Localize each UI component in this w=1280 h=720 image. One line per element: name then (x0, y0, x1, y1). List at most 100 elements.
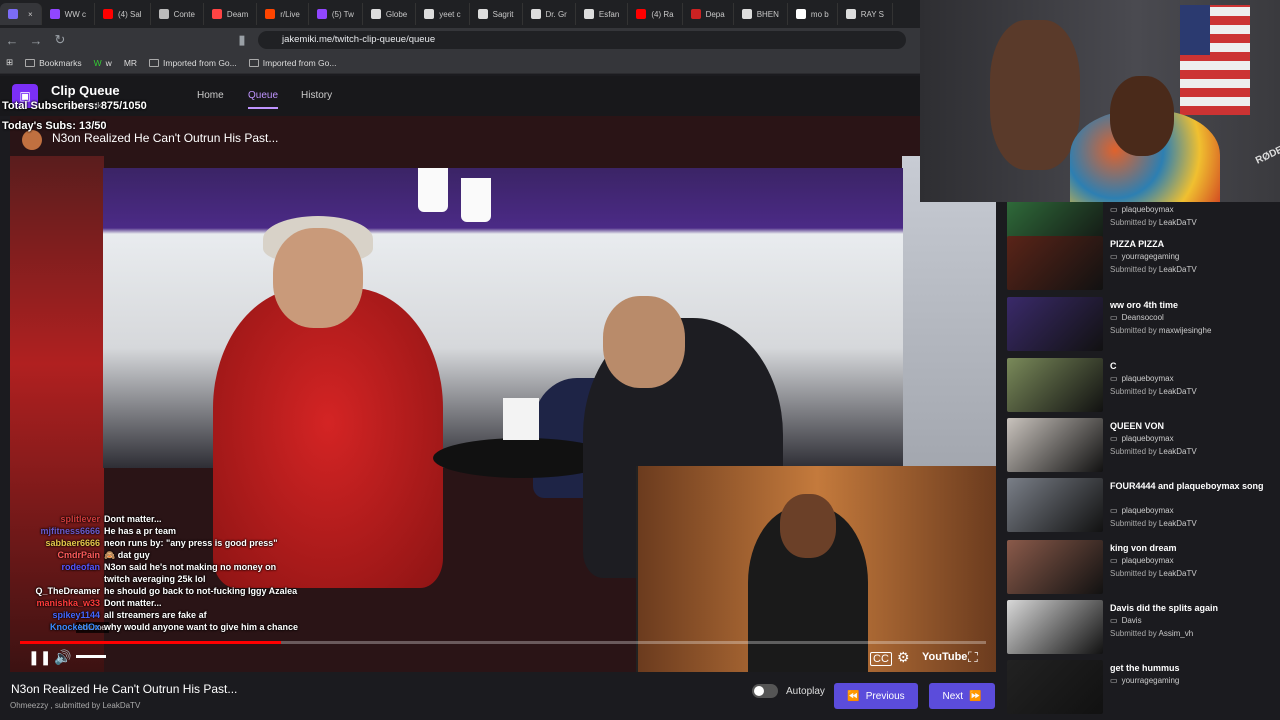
queue-item[interactable]: king von dream ▭ plaqueboymax Submitted by … (1007, 540, 1277, 596)
tab-favicon-icon (477, 9, 488, 19)
bookmark-w[interactable]: Ww (94, 58, 112, 68)
submitter-name: Assim_vh (1158, 629, 1194, 638)
reload-icon[interactable]: ↻ (48, 32, 72, 48)
apps-grid-icon[interactable]: ⊞ (6, 57, 13, 68)
tab-favicon-icon (158, 9, 169, 19)
channel-icon: ▭ (1110, 616, 1118, 625)
tab-label: (4) Ra (651, 9, 674, 19)
fullscreen-icon[interactable]: ⛶ (968, 649, 978, 666)
channel-name: plaqueboymax (1121, 506, 1174, 515)
browser-tab[interactable]: Globe (363, 3, 417, 25)
queue-item-title: get the hummus (1110, 663, 1180, 673)
chat-username: Q_TheDreamer (35, 586, 100, 596)
plush-toy (990, 20, 1080, 170)
browser-tab[interactable]: Sagrit (470, 3, 523, 25)
fast-forward-icon: ⏩ (969, 690, 982, 702)
chat-message: KnockedOx why would anyone want to give h… (0, 621, 300, 633)
browser-tab[interactable]: yeet c (416, 3, 470, 25)
channel-name: plaqueboymax (1121, 556, 1174, 565)
nav-history[interactable]: History (301, 90, 332, 101)
lamp (418, 168, 448, 212)
next-button[interactable]: Next ⏩ (929, 683, 995, 709)
volume-icon[interactable]: 🔊 (54, 649, 71, 666)
queue-item[interactable]: PIZZA PIZZA ▭ yourragegaming Submitted by L… (1007, 236, 1277, 292)
forward-icon[interactable]: → (24, 33, 48, 48)
browser-tab[interactable]: RAY S (838, 3, 893, 25)
queue-item[interactable]: ww oro 4th time ▭ Deansocool Submitted by m… (1007, 297, 1277, 353)
address-bar[interactable]: jakemiki.me/twitch-clip-queue/queue (258, 31, 906, 49)
previous-button[interactable]: ⏪ Previous (834, 683, 918, 709)
browser-tab[interactable]: Esfan (576, 3, 629, 25)
clip-thumbnail (1007, 418, 1103, 472)
browser-tab[interactable]: BHEN (734, 3, 788, 25)
settings-gear-icon[interactable]: ⚙ (897, 649, 910, 666)
queue-item[interactable]: FOUR4444 and plaqueboymax song ▭ plaqueboy… (1007, 478, 1277, 534)
browser-tab[interactable]: (4) Sal (95, 3, 151, 25)
queue-item[interactable]: Davis did the splits again ▭ Davis Submitte… (1007, 600, 1277, 656)
bookmark-imported-1[interactable]: Imported from Go... (149, 58, 237, 68)
queue-item-submitter: Submitted by Assim_vh (1110, 629, 1194, 638)
youtube-logo[interactable]: YouTube (922, 651, 967, 663)
folder-icon (25, 58, 36, 67)
submitter-name: LeakDaTV (1158, 569, 1197, 578)
captions-icon[interactable]: CC (870, 652, 892, 666)
chat-username: CmdrPain (57, 550, 100, 560)
tab-favicon-icon (583, 9, 594, 19)
nav-home[interactable]: Home (197, 90, 224, 101)
browser-tab[interactable]: Dr. Gr (523, 3, 576, 25)
back-icon[interactable]: ← (0, 33, 24, 48)
bookmark-mr[interactable]: MR (124, 58, 137, 68)
bookmark-imported-2[interactable]: Imported from Go... (248, 58, 336, 68)
browser-tab[interactable]: WW c (42, 3, 95, 25)
clip-submitter: Ohmeezzy , submitted by LeakDaTV (10, 701, 141, 710)
bookmark-bookmarks[interactable]: Bookmarks (25, 58, 82, 68)
browser-tab[interactable]: mo b (788, 3, 838, 25)
pause-icon[interactable]: ❚❚ (28, 649, 51, 666)
browser-tab[interactable]: Depa (683, 3, 734, 25)
queue-item[interactable]: get the hummus ▭ yourragegaming (1007, 660, 1277, 716)
channel-name: Deansocool (1121, 313, 1164, 322)
tab-label: WW c (64, 9, 86, 19)
browser-tab[interactable]: Conte (151, 3, 204, 25)
chat-text: Dont matter... (104, 598, 162, 608)
autoplay-toggle[interactable] (752, 684, 778, 698)
queue-item-title: king von dream (1110, 543, 1177, 553)
tab-favicon-icon (636, 9, 647, 19)
submitter-name: LeakDaTV (1158, 218, 1197, 227)
bookmark-icon[interactable]: ▮ (230, 32, 254, 48)
browser-tab[interactable]: Deam (204, 3, 258, 25)
video-title-overlay[interactable]: N3on Realized He Can't Outrun His Past..… (52, 131, 278, 145)
queue-item[interactable]: C ▭ plaqueboymax Submitted by LeakDaTV (1007, 358, 1277, 414)
chat-username: splitlever (60, 514, 100, 524)
queue-item-title: QUEEN VON (1110, 421, 1165, 431)
tab-favicon-icon (370, 9, 381, 19)
close-tab-icon[interactable]: × (28, 10, 33, 19)
queue-item-submitter: Submitted by LeakDaTV (1110, 218, 1197, 227)
tab-favicon-icon (845, 9, 856, 19)
tab-favicon-icon (424, 9, 435, 19)
nav-queue[interactable]: Queue (248, 90, 279, 109)
tab-label: BHEN (756, 9, 779, 19)
progress-bar[interactable] (20, 641, 986, 644)
queue-item-title: PIZZA PIZZA (1110, 239, 1165, 249)
tab-favicon-icon (316, 9, 327, 19)
submitter-name: LeakDaTV (1158, 265, 1197, 274)
chat-message: manishka_w33 Dont matter... (0, 597, 300, 609)
volume-slider[interactable] (76, 655, 106, 658)
channel-icon: ▭ (1110, 205, 1118, 214)
browser-tab[interactable]: (5) Tw (309, 3, 363, 25)
us-flag-canton (1180, 5, 1210, 55)
browser-tab[interactable]: r/Live (257, 3, 309, 25)
channel-name: yourragegaming (1121, 676, 1180, 685)
tissue-box (503, 398, 539, 440)
tab-favicon-icon (265, 9, 276, 19)
chat-message: rodeofan N3on said he's not making no mon… (0, 561, 300, 585)
tab-label: mo b (810, 9, 829, 19)
person-head (603, 296, 685, 388)
channel-avatar[interactable] (22, 130, 42, 150)
queue-item[interactable]: QUEEN VON ▭ plaqueboymax Submitted by LeakD… (1007, 418, 1277, 474)
channel-name: plaqueboymax (1121, 205, 1174, 214)
browser-tab[interactable]: (4) Ra (628, 3, 683, 25)
clip-thumbnail (1007, 358, 1103, 412)
browser-tab[interactable]: × (0, 3, 42, 25)
